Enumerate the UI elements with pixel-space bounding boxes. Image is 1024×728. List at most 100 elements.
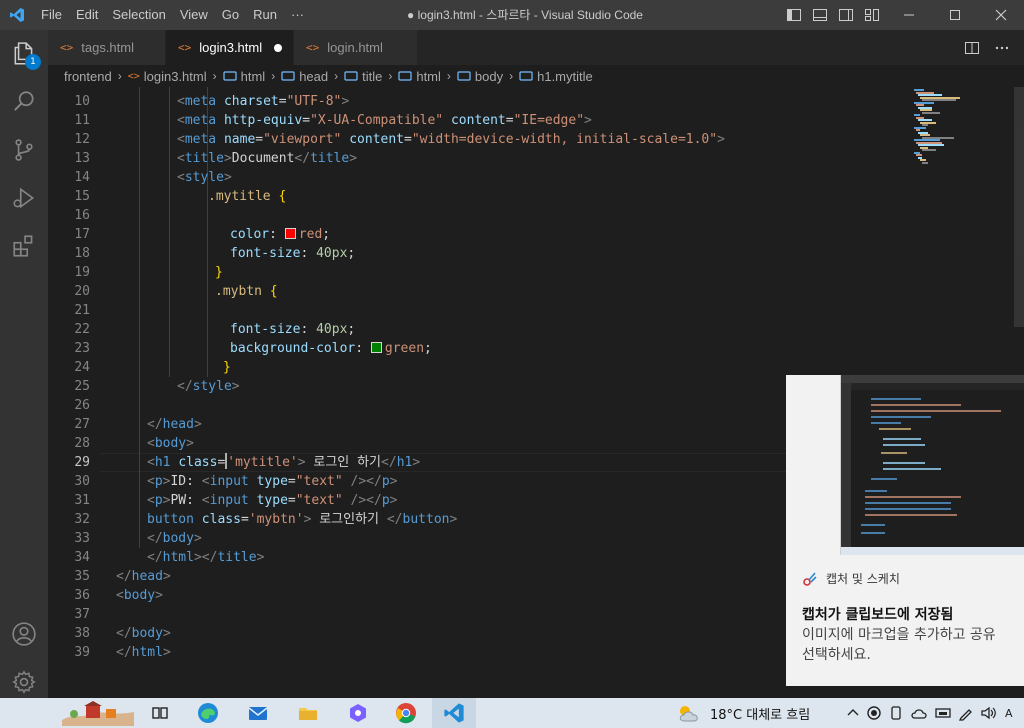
code-token: "UTF-8" bbox=[286, 94, 342, 109]
accounts-button[interactable] bbox=[0, 610, 48, 658]
editor-scrollbar-thumb[interactable] bbox=[1014, 87, 1024, 327]
code-line[interactable]: 16 bbox=[48, 206, 1024, 225]
edge-taskbar-button[interactable] bbox=[190, 698, 226, 728]
code-text: </html></title> bbox=[147, 548, 264, 567]
menu-edit[interactable]: Edit bbox=[69, 0, 105, 30]
copilot-taskbar-button[interactable] bbox=[340, 698, 376, 728]
search-button[interactable] bbox=[0, 78, 48, 126]
code-line[interactable]: 22 font-size: 40px; bbox=[48, 320, 1024, 339]
code-line[interactable]: 17 color: red; bbox=[48, 225, 1024, 244]
speaker-volume-icon[interactable] bbox=[980, 705, 998, 721]
chrome-taskbar-button[interactable] bbox=[388, 698, 424, 728]
network-ethernet-icon[interactable] bbox=[934, 705, 952, 721]
menu-file[interactable]: File bbox=[34, 0, 69, 30]
code-token: </ bbox=[147, 550, 163, 565]
phone-link-icon[interactable] bbox=[888, 705, 904, 721]
code-token: body bbox=[131, 626, 163, 641]
record-icon[interactable] bbox=[866, 705, 882, 721]
maximize-button[interactable] bbox=[932, 0, 978, 30]
code-token: class bbox=[178, 455, 218, 470]
line-number: 13 bbox=[74, 151, 90, 166]
breadcrumb-item[interactable]: h1.mytitle bbox=[519, 69, 593, 84]
code-token: : bbox=[269, 227, 285, 242]
source-control-button[interactable] bbox=[0, 126, 48, 174]
chevron-up-icon[interactable] bbox=[846, 706, 860, 720]
line-number: 23 bbox=[74, 341, 90, 356]
code-token: > bbox=[412, 455, 421, 470]
layout-controls bbox=[786, 0, 880, 30]
line-number: 30 bbox=[74, 474, 90, 489]
title-bar: File Edit Selection View Go Run ··· ● lo… bbox=[0, 0, 1024, 30]
breadcrumb-item[interactable]: body bbox=[457, 69, 503, 84]
vscode-taskbar-button[interactable] bbox=[432, 698, 476, 728]
minimize-button[interactable] bbox=[886, 0, 932, 30]
tab-login-html[interactable]: <> login.html bbox=[294, 30, 418, 65]
keyboard-language-icon[interactable]: A bbox=[1004, 705, 1018, 721]
close-button[interactable] bbox=[978, 0, 1024, 30]
toggle-secondary-sidebar-icon[interactable] bbox=[838, 7, 854, 23]
close-icon bbox=[995, 9, 1007, 21]
unsaved-dot-icon[interactable] bbox=[274, 43, 283, 52]
toggle-primary-sidebar-icon[interactable] bbox=[786, 7, 802, 23]
code-line[interactable]: 23 background-color: green; bbox=[48, 339, 1024, 358]
onedrive-cloud-icon[interactable] bbox=[910, 705, 928, 721]
code-token: title bbox=[310, 151, 350, 166]
split-editor-icon[interactable] bbox=[964, 40, 980, 56]
pen-input-icon[interactable] bbox=[958, 705, 974, 721]
menu-run[interactable]: Run bbox=[246, 0, 284, 30]
tab-tags-html[interactable]: <> tags.html bbox=[48, 30, 166, 65]
menu-selection[interactable]: Selection bbox=[105, 0, 172, 30]
code-line[interactable]: 21 bbox=[48, 301, 1024, 320]
code-token: = bbox=[255, 132, 264, 147]
tab-login3-html[interactable]: <> login3.html bbox=[166, 30, 294, 65]
code-line[interactable]: 13 <title>Document</title> bbox=[48, 149, 1024, 168]
color-swatch[interactable] bbox=[284, 228, 296, 239]
code-token: name bbox=[223, 132, 256, 147]
code-line[interactable]: 19} bbox=[48, 263, 1024, 282]
code-text: <body> bbox=[147, 434, 194, 453]
breadcrumb-item[interactable]: frontend bbox=[64, 69, 112, 84]
code-line[interactable]: 14 <style> bbox=[48, 168, 1024, 187]
minimap[interactable] bbox=[908, 87, 1012, 167]
mail-taskbar-button[interactable] bbox=[240, 698, 276, 728]
menu-more[interactable]: ··· bbox=[284, 0, 311, 30]
menu-view[interactable]: View bbox=[173, 0, 215, 30]
code-line[interactable]: 20 .mybtn { bbox=[48, 282, 1024, 301]
color-swatch[interactable] bbox=[370, 342, 382, 353]
breadcrumb-item[interactable]: <> login3.html bbox=[128, 69, 207, 84]
menu-go[interactable]: Go bbox=[215, 0, 246, 30]
breadcrumb-item[interactable]: head bbox=[281, 69, 328, 84]
screenshot-thumbnail[interactable] bbox=[840, 375, 1024, 555]
weather-widget[interactable]: 18°C 대체로 흐림 bbox=[676, 698, 810, 728]
code-line[interactable]: 15 .mytitle { bbox=[48, 187, 1024, 206]
code-token: > bbox=[162, 569, 171, 584]
customize-layout-icon[interactable] bbox=[864, 7, 880, 23]
task-view-button[interactable] bbox=[142, 698, 178, 728]
line-number: 29 bbox=[74, 455, 90, 470]
code-token: = bbox=[287, 493, 296, 508]
code-line[interactable]: 18 font-size: 40px; bbox=[48, 244, 1024, 263]
breadcrumb-label: html bbox=[416, 68, 441, 84]
snip-toast-notification[interactable]: 캡처 및 스케치 캡처가 클립보드에 저장됨 이미지에 마크업을 추가하고 공유… bbox=[786, 375, 1024, 686]
breadcrumb-item[interactable]: title bbox=[344, 69, 382, 84]
svg-text:A: A bbox=[1005, 707, 1013, 720]
code-line[interactable]: 10 <meta charset="UTF-8"> bbox=[48, 92, 1024, 111]
file-explorer-taskbar-button[interactable] bbox=[290, 698, 326, 728]
code-line[interactable]: 11 <meta http-equiv="X-UA-Compatible" con… bbox=[48, 111, 1024, 130]
explorer-button[interactable]: 1 bbox=[0, 30, 48, 78]
breadcrumb-item[interactable]: html bbox=[223, 69, 265, 84]
breadcrumb-item[interactable]: html bbox=[398, 69, 441, 84]
line-number: 15 bbox=[74, 189, 90, 204]
code-line[interactable]: 12 <meta name="viewport" content="width=d… bbox=[48, 130, 1024, 149]
more-actions-icon[interactable] bbox=[994, 40, 1010, 56]
extensions-button[interactable] bbox=[0, 222, 48, 270]
code-token: p bbox=[154, 493, 163, 508]
run-debug-button[interactable] bbox=[0, 174, 48, 222]
system-tray: A bbox=[846, 698, 1018, 728]
code-token: > bbox=[341, 94, 350, 109]
widgets-button[interactable] bbox=[60, 698, 136, 728]
code-token: type bbox=[256, 474, 288, 489]
toggle-panel-icon[interactable] bbox=[812, 7, 828, 23]
code-token: : bbox=[300, 246, 317, 261]
code-token: > bbox=[155, 588, 163, 603]
